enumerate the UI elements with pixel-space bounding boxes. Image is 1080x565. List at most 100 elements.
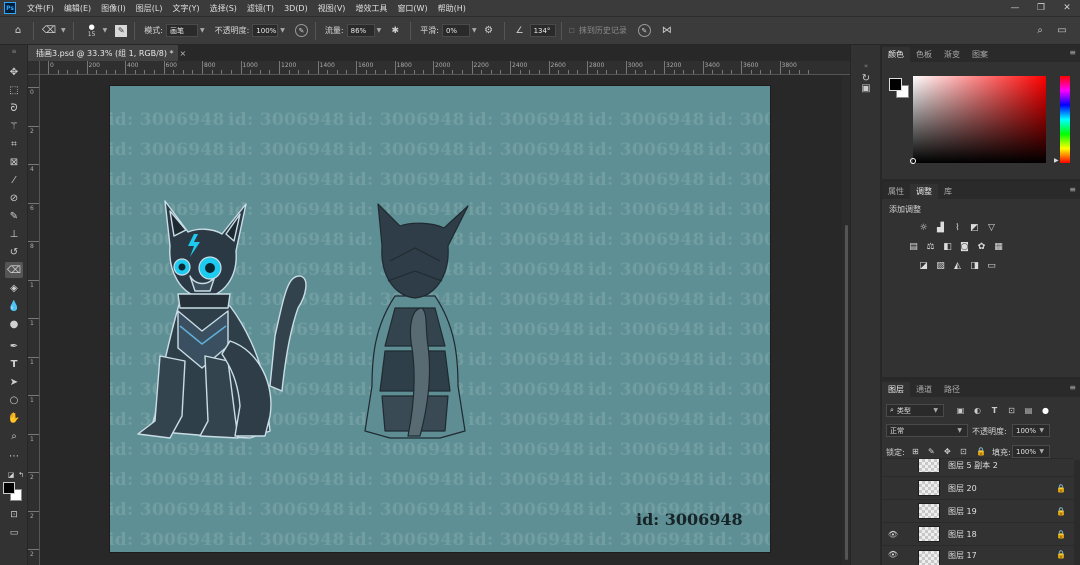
toolbar-grip-icon[interactable]: ≡: [5, 47, 23, 55]
menu-3d[interactable]: 3D(D): [279, 4, 313, 13]
search-icon[interactable]: ⌕: [1032, 23, 1048, 39]
layer-fill-field[interactable]: 100% ▼: [1012, 445, 1050, 458]
mode-select[interactable]: 画笔: [165, 24, 198, 37]
more-tools-icon[interactable]: ⋯: [5, 448, 23, 464]
exposure-icon[interactable]: ◩: [968, 222, 981, 233]
erase-history-checkbox[interactable]: ☐: [569, 27, 575, 35]
layers-scrollbar[interactable]: [1074, 460, 1080, 565]
pressure-opacity-icon[interactable]: ✎: [294, 24, 308, 37]
layer-filter-select[interactable]: ⌕ 类型 ▼: [886, 404, 944, 417]
zoom-tool-icon[interactable]: ⌕: [5, 428, 23, 444]
hue-slider-arrow-icon[interactable]: ▶: [1054, 157, 1059, 164]
tab-swatches[interactable]: 色板: [910, 47, 938, 62]
menu-layer[interactable]: 图层(L): [131, 3, 168, 14]
magic-wand-tool-icon[interactable]: ⚚: [5, 118, 23, 134]
channel-mixer-icon[interactable]: ✿: [975, 241, 988, 252]
gradient-map-icon[interactable]: ▭: [985, 260, 998, 271]
layer-name[interactable]: 图层 5 副本 2: [948, 460, 1074, 471]
blur-tool-icon[interactable]: 💧: [5, 298, 23, 314]
layer-name[interactable]: 图层 19: [948, 506, 1056, 517]
layer-opacity-field[interactable]: 100% ▼: [1012, 424, 1050, 437]
hue-saturation-icon[interactable]: ▤: [907, 241, 920, 252]
layer-name[interactable]: 图层 17: [948, 550, 1056, 561]
threshold-icon[interactable]: ◭: [951, 260, 964, 271]
selective-color-icon[interactable]: ◨: [968, 260, 981, 271]
move-tool-icon[interactable]: ✥: [5, 64, 23, 80]
brightness-contrast-icon[interactable]: ☼: [917, 222, 930, 233]
marquee-tool-icon[interactable]: ⬚: [5, 82, 23, 98]
brush-settings-icon[interactable]: ✎: [115, 24, 128, 37]
lock-pixels-icon[interactable]: ✎: [928, 447, 935, 456]
opacity-field[interactable]: 100%: [252, 24, 279, 37]
pixel-filter-icon[interactable]: ▣: [955, 405, 966, 416]
panel-menu-icon[interactable]: ≡: [1069, 185, 1076, 194]
crop-tool-icon[interactable]: ⌗: [5, 136, 23, 152]
quick-mask-icon[interactable]: ⊡: [5, 507, 23, 523]
menu-filter[interactable]: 滤镜(T): [242, 3, 279, 14]
hand-tool-icon[interactable]: ✋: [5, 410, 23, 426]
black-white-icon[interactable]: ◧: [941, 241, 954, 252]
layer-row[interactable]: 图层 20 🔒: [882, 476, 1074, 499]
tab-layers[interactable]: 图层: [882, 382, 910, 397]
tab-paths[interactable]: 路径: [938, 382, 966, 397]
paint-bucket-tool-icon[interactable]: ◈: [5, 280, 23, 296]
eraser-tool-icon[interactable]: ⌫: [5, 262, 23, 278]
path-selection-tool-icon[interactable]: ➤: [5, 374, 23, 390]
menu-file[interactable]: 文件(F): [22, 3, 59, 14]
eraser-tool-icon[interactable]: ⌫: [41, 23, 57, 39]
close-tab-icon[interactable]: ×: [180, 49, 187, 58]
brush-preset-picker[interactable]: ● 15: [83, 23, 101, 38]
panel-menu-icon[interactable]: ≡: [1069, 383, 1076, 392]
layer-name[interactable]: 图层 20: [948, 483, 1056, 494]
document-canvas[interactable]: id: 3006948 id: 3006948 id: 3006948 id: 300…: [110, 86, 770, 552]
close-window-button[interactable]: ✕: [1054, 0, 1080, 16]
chevron-down-icon[interactable]: ▼: [61, 27, 66, 34]
chevron-down-icon[interactable]: ▼: [472, 27, 477, 34]
canvas-scrollbar-thumb[interactable]: [845, 225, 848, 560]
vertical-ruler[interactable]: 0 2 4 6 8 1 1 1 1 1 2 2 2: [28, 75, 40, 565]
layer-row[interactable]: 👁 图层 18 🔒: [882, 522, 1074, 545]
horizontal-ruler[interactable]: 0 200 400 600 800 1000 1200 1400 1600 1800 2000 220…: [40, 61, 850, 75]
menu-plugins[interactable]: 增效工具: [350, 3, 392, 14]
invert-icon[interactable]: ◪: [917, 260, 930, 271]
minimize-button[interactable]: —: [1002, 0, 1028, 16]
layer-name[interactable]: 图层 18: [948, 529, 1056, 540]
adjustment-filter-icon[interactable]: ◐: [972, 405, 983, 416]
blend-mode-select[interactable]: 正常 ▼: [886, 424, 968, 437]
photo-filter-icon[interactable]: ◙: [958, 241, 971, 252]
brush-tool-icon[interactable]: ✎: [5, 208, 23, 224]
color-field[interactable]: [913, 76, 1046, 163]
eye-icon[interactable]: 👁: [882, 550, 904, 559]
filter-toggle-icon[interactable]: ●: [1040, 405, 1051, 416]
hue-slider[interactable]: [1060, 76, 1070, 163]
tab-libraries[interactable]: 库: [938, 184, 958, 199]
levels-icon[interactable]: ▟: [934, 222, 947, 233]
history-brush-tool-icon[interactable]: ↺: [5, 244, 23, 260]
angle-field[interactable]: 134°: [529, 24, 556, 37]
gear-icon[interactable]: ⚙: [481, 23, 497, 39]
menu-image[interactable]: 图像(I): [96, 3, 131, 14]
flow-field[interactable]: 86%: [346, 24, 375, 37]
menu-select[interactable]: 选择(S): [205, 3, 242, 14]
tab-patterns[interactable]: 图案: [966, 47, 994, 62]
tab-channels[interactable]: 通道: [910, 382, 938, 397]
dodge-tool-icon[interactable]: ●: [5, 316, 23, 332]
clone-stamp-tool-icon[interactable]: ⊥: [5, 226, 23, 242]
comments-panel-icon[interactable]: ▣: [859, 81, 873, 95]
ellipse-tool-icon[interactable]: ○: [5, 392, 23, 408]
tab-color[interactable]: 颜色: [882, 47, 910, 62]
chevron-down-icon[interactable]: ▼: [377, 27, 382, 34]
color-picker-cursor[interactable]: [910, 158, 916, 164]
layer-row[interactable]: 图层 5 副本 2: [882, 458, 1074, 472]
color-lookup-icon[interactable]: ▦: [992, 241, 1005, 252]
screen-mode-icon[interactable]: ▭: [5, 525, 23, 541]
menu-view[interactable]: 视图(V): [313, 3, 351, 14]
lock-artboard-icon[interactable]: ⊡: [960, 447, 967, 456]
type-filter-icon[interactable]: T: [989, 405, 1000, 416]
menu-help[interactable]: 帮助(H): [433, 3, 471, 14]
menu-edit[interactable]: 编辑(E): [59, 3, 96, 14]
lock-position-icon[interactable]: ✥: [944, 447, 951, 456]
healing-brush-tool-icon[interactable]: ⊘: [5, 190, 23, 206]
shape-filter-icon[interactable]: ⊡: [1006, 405, 1017, 416]
maximize-button[interactable]: ❐: [1028, 0, 1054, 16]
